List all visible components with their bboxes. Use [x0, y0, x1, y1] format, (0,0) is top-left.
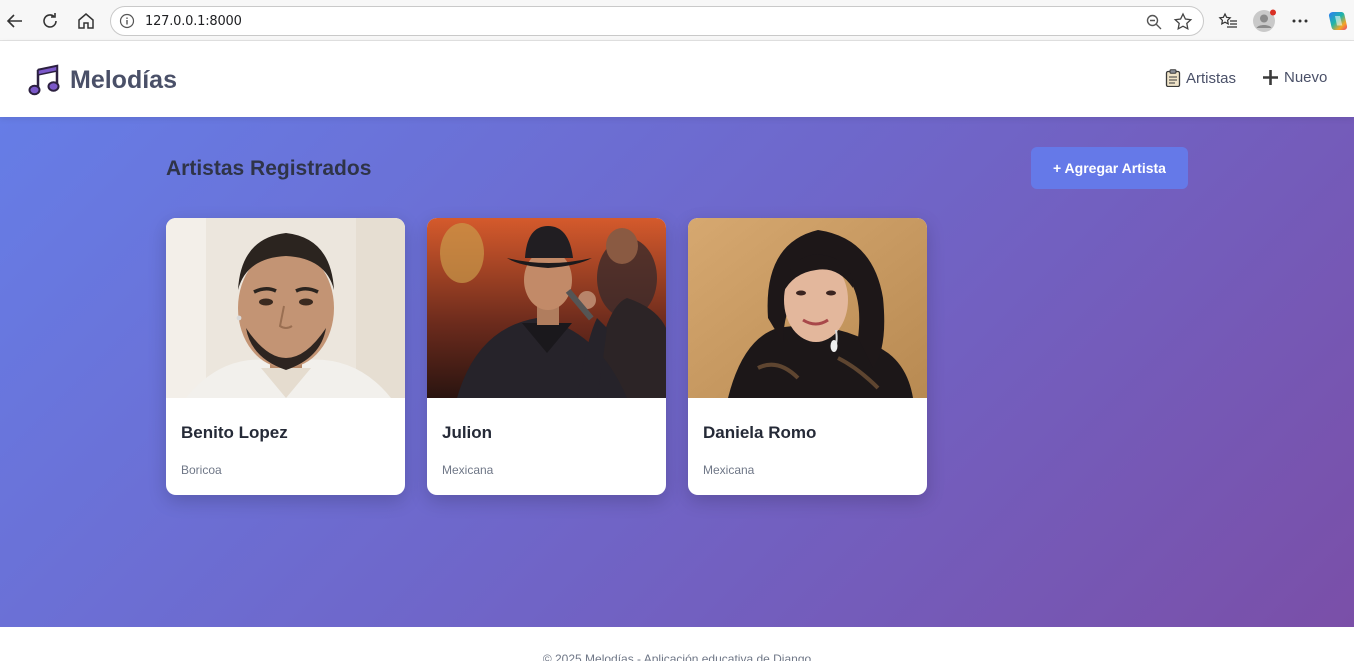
music-note-icon	[28, 64, 60, 96]
nav-artistas-label: Artistas	[1186, 69, 1237, 87]
reload-button[interactable]	[37, 8, 63, 34]
avatar-icon	[1253, 9, 1276, 32]
url-text[interactable]: 127.0.0.1:8000	[145, 14, 242, 29]
plus-icon	[1263, 70, 1278, 85]
page-title: Artistas Registrados	[166, 157, 372, 180]
nav-artistas-link[interactable]: Artistas	[1165, 69, 1236, 87]
artist-name: Daniela Romo	[703, 423, 817, 442]
clipboard-icon	[1165, 69, 1181, 87]
profile-button[interactable]	[1251, 8, 1277, 34]
favorite-star-icon[interactable]	[1173, 12, 1193, 32]
zoom-icon[interactable]	[1145, 13, 1163, 31]
arrow-left-icon	[6, 14, 22, 28]
artist-card[interactable]: Benito Lopez Boricoa	[166, 218, 405, 495]
artist-nationality: Mexicana	[703, 463, 755, 477]
more-icon	[1292, 19, 1308, 23]
nav-nuevo-link[interactable]: Nuevo	[1262, 69, 1327, 86]
artist-name: Benito Lopez	[181, 423, 288, 442]
add-artist-button[interactable]: + Agregar Artista	[1031, 147, 1188, 189]
favorites-list-icon	[1218, 12, 1237, 28]
artist-card[interactable]: Daniela Romo Mexicana	[688, 218, 927, 495]
nav-nuevo-label: Nuevo	[1284, 69, 1328, 86]
artist-name: Julion	[442, 423, 493, 442]
footer-text: © 2025 Melodías - Aplicación educativa d…	[542, 652, 812, 661]
copilot-icon	[1328, 12, 1348, 30]
artist-nationality: Mexicana	[442, 463, 494, 477]
site-header: Melodías Artistas Nuevo	[0, 41, 1354, 117]
artist-card[interactable]: Julion Mexicana	[427, 218, 666, 495]
home-button[interactable]	[73, 8, 99, 34]
address-bar[interactable]: 127.0.0.1:8000	[110, 6, 1204, 36]
brand-title: Melodías	[70, 65, 177, 94]
brand-link[interactable]: Melodías	[28, 63, 177, 97]
more-menu-button[interactable]	[1287, 8, 1313, 34]
artist-photo	[166, 218, 405, 398]
artist-nationality: Boricoa	[181, 463, 222, 477]
site-footer: © 2025 Melodías - Aplicación educativa d…	[0, 627, 1354, 661]
home-icon	[78, 13, 94, 29]
copilot-button[interactable]	[1325, 8, 1351, 34]
artist-photo	[427, 218, 666, 398]
artist-photo	[688, 218, 927, 398]
info-icon[interactable]	[119, 13, 135, 29]
reload-icon	[43, 13, 57, 28]
browser-toolbar: 127.0.0.1:8000	[0, 0, 1354, 41]
favorites-button[interactable]	[1215, 8, 1241, 34]
main-content: Artistas Registrados + Agregar Artista B…	[0, 117, 1354, 627]
back-button[interactable]	[2, 8, 28, 34]
